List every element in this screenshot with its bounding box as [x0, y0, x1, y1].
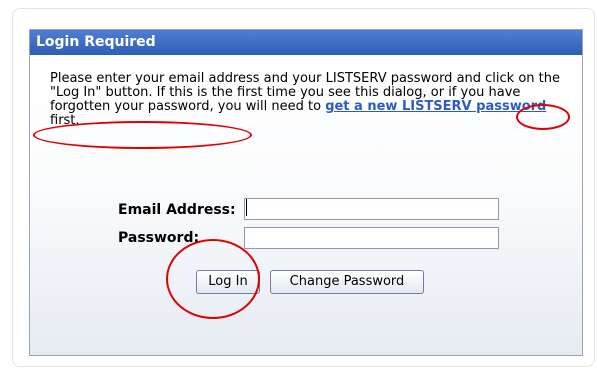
login-dialog: Login Required Please enter your email a… — [29, 29, 583, 356]
login-button[interactable]: Log In — [196, 270, 260, 294]
email-field[interactable] — [244, 198, 499, 220]
password-label: Password: — [118, 230, 200, 246]
email-label: Email Address: — [118, 202, 236, 218]
intro-paragraph: Please enter your email address and your… — [50, 72, 565, 128]
password-field[interactable] — [244, 227, 499, 249]
dialog-title: Login Required — [30, 30, 582, 55]
change-password-button[interactable]: Change Password — [270, 270, 424, 294]
new-password-link[interactable]: get a new LISTSERV password — [325, 99, 546, 114]
text-caret — [246, 199, 247, 216]
intro-text-end: first. — [50, 113, 80, 128]
